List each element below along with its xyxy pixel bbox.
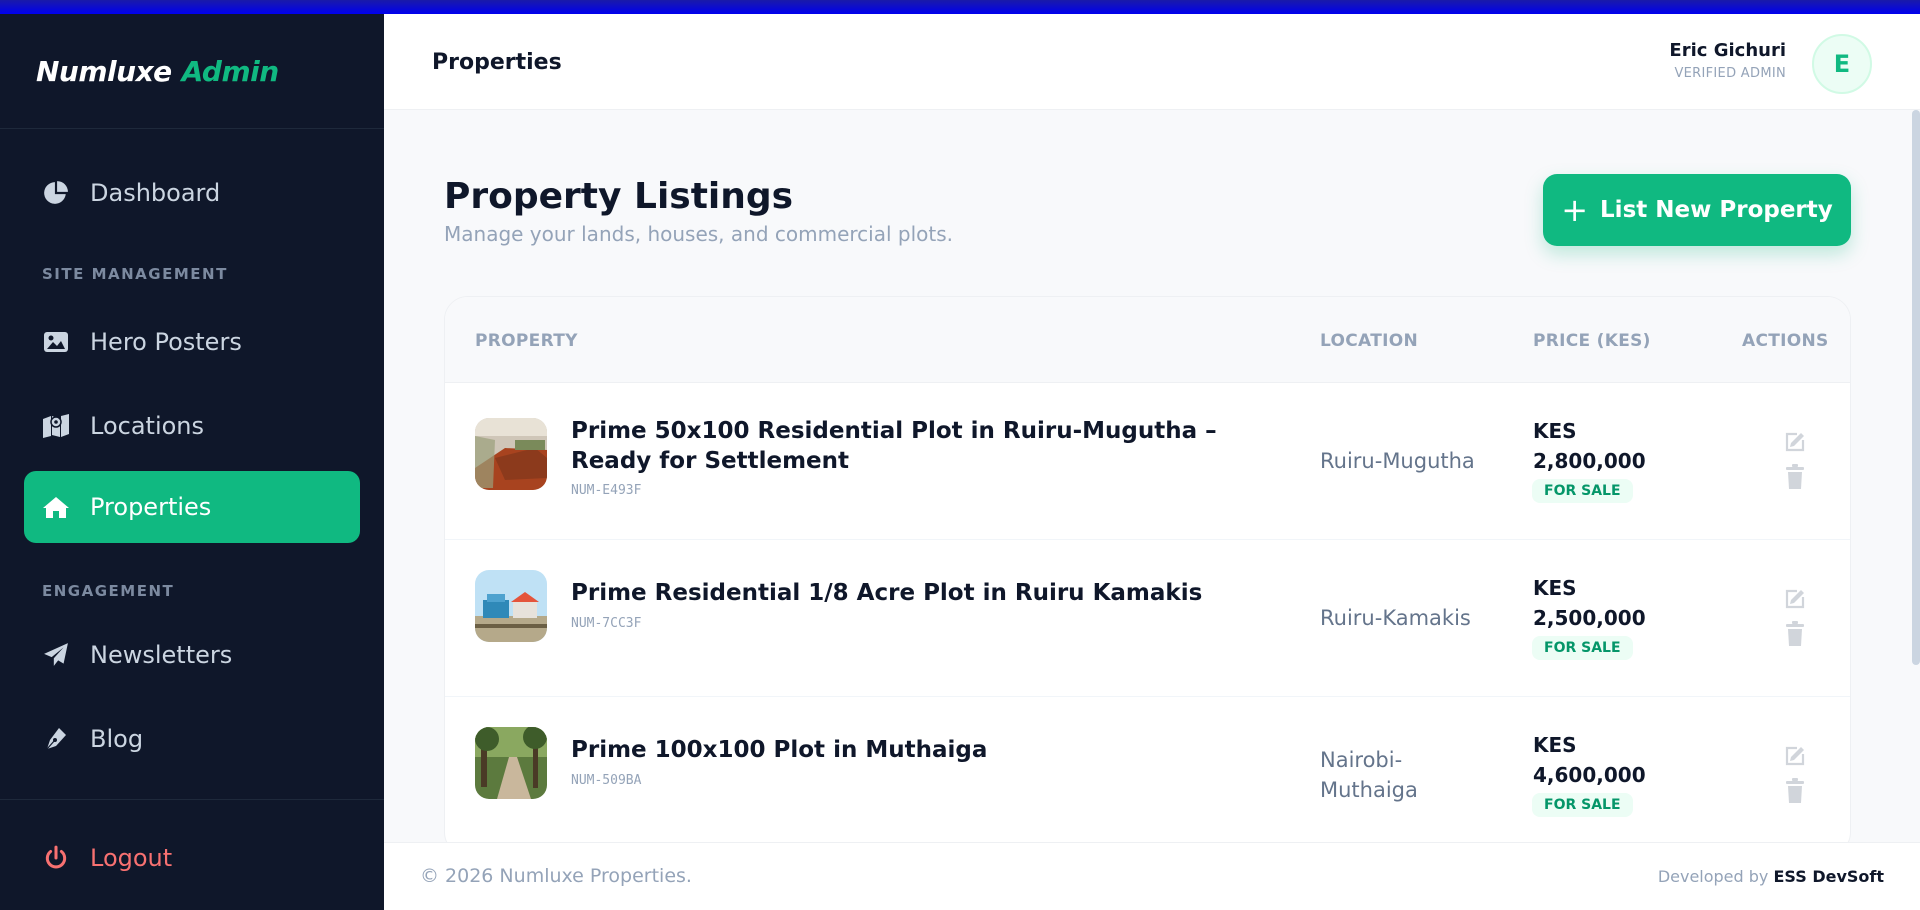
page-footer: © 2026 Numluxe Properties. Developed by … xyxy=(384,842,1920,910)
sidebar-item-hero-posters[interactable]: Hero Posters xyxy=(24,306,360,378)
property-thumbnail[interactable] xyxy=(475,570,547,642)
edit-icon[interactable] xyxy=(1782,429,1808,455)
developer-credit: Developed by ESS DevSoft xyxy=(1658,867,1884,886)
sidebar-divider xyxy=(0,799,384,800)
properties-table: PROPERTY LOCATION PRICE (KES) ACTIONS Pr… xyxy=(444,296,1851,856)
home-icon xyxy=(42,493,70,521)
column-header-actions: ACTIONS xyxy=(1742,331,1829,351)
trash-icon[interactable] xyxy=(1782,621,1808,647)
user-name: Eric Gichuri xyxy=(1669,40,1786,61)
property-title[interactable]: Prime 50x100 Residential Plot in Ruiru-M… xyxy=(571,416,1291,476)
brand-name: Numluxe xyxy=(36,54,172,88)
status-badge: FOR SALE xyxy=(1532,636,1633,660)
image-icon xyxy=(42,328,70,356)
main-scrollbar[interactable] xyxy=(1912,110,1920,665)
edit-icon[interactable] xyxy=(1782,586,1808,612)
sidebar-item-locations[interactable]: Locations xyxy=(24,390,360,462)
map-icon xyxy=(42,412,70,440)
table-row[interactable]: Prime Residential 1/8 Acre Plot in Ruiru… xyxy=(445,540,1850,697)
avatar[interactable]: E xyxy=(1812,34,1872,94)
power-icon xyxy=(42,844,70,872)
property-thumbnail[interactable] xyxy=(475,727,547,799)
developed-by-label: Developed by xyxy=(1657,867,1769,886)
page-header-title: Properties xyxy=(432,50,562,75)
status-badge: FOR SALE xyxy=(1532,479,1633,503)
sidebar-item-label: Properties xyxy=(90,493,212,521)
property-location: Ruiru-Mugutha xyxy=(1320,449,1475,473)
top-header: Properties Eric Gichuri VERIFIED ADMIN E xyxy=(384,14,1920,110)
table-header: PROPERTY LOCATION PRICE (KES) ACTIONS xyxy=(445,297,1850,383)
brand-suffix: Admin xyxy=(181,54,280,88)
sidebar-item-label: Newsletters xyxy=(90,641,233,669)
price-currency: KES xyxy=(1533,733,1577,757)
copyright-text: © 2026 Numluxe Properties. xyxy=(420,865,692,887)
status-badge: FOR SALE xyxy=(1532,793,1633,817)
list-new-property-button[interactable]: + List New Property xyxy=(1543,174,1851,246)
column-header-price: PRICE (KES) xyxy=(1533,331,1651,351)
developer-name[interactable]: ESS DevSoft xyxy=(1773,867,1884,886)
property-code: NUM-E493F xyxy=(571,483,642,498)
sidebar-item-newsletters[interactable]: Newsletters xyxy=(24,619,360,691)
table-row[interactable]: Prime 50x100 Residential Plot in Ruiru-M… xyxy=(445,383,1850,540)
sidebar: Numluxe Admin Dashboard SITE MANAGEMENT … xyxy=(0,14,384,910)
price-currency: KES xyxy=(1533,576,1577,600)
price-currency: KES xyxy=(1533,419,1577,443)
browser-top-strip xyxy=(0,0,1920,14)
page-subtitle: Manage your lands, houses, and commercia… xyxy=(444,222,953,246)
column-header-property: PROPERTY xyxy=(475,331,578,351)
property-code: NUM-509BA xyxy=(571,773,642,788)
table-row[interactable]: Prime 100x100 Plot in Muthaiga NUM-509BA… xyxy=(445,697,1850,854)
section-label-site-management: SITE MANAGEMENT xyxy=(42,265,228,283)
list-new-property-label: List New Property xyxy=(1600,197,1833,223)
sidebar-item-label: Hero Posters xyxy=(90,328,242,356)
edit-icon[interactable] xyxy=(1782,743,1808,769)
price-amount: 2,800,000 xyxy=(1533,449,1646,473)
property-code: NUM-7CC3F xyxy=(571,616,642,631)
logout-button[interactable]: Logout xyxy=(42,844,172,872)
property-location: Ruiru-Kamakis xyxy=(1320,606,1471,630)
plus-icon: + xyxy=(1561,191,1589,229)
sidebar-item-properties[interactable]: Properties xyxy=(24,471,360,543)
trash-icon[interactable] xyxy=(1782,464,1808,490)
property-title[interactable]: Prime 100x100 Plot in Muthaiga xyxy=(571,735,1291,765)
sidebar-item-label: Dashboard xyxy=(90,179,221,207)
trash-icon[interactable] xyxy=(1782,778,1808,804)
column-header-location: LOCATION xyxy=(1320,331,1418,351)
property-location: Nairobi-Muthaiga xyxy=(1320,748,1418,802)
logout-label: Logout xyxy=(90,844,173,872)
sidebar-item-blog[interactable]: Blog xyxy=(24,703,360,775)
property-title[interactable]: Prime Residential 1/8 Acre Plot in Ruiru… xyxy=(571,578,1291,608)
price-amount: 2,500,000 xyxy=(1533,606,1646,630)
user-role: VERIFIED ADMIN xyxy=(1674,66,1786,81)
pie-chart-icon xyxy=(42,179,70,207)
page-title: Property Listings xyxy=(444,176,794,217)
pen-nib-icon xyxy=(42,725,70,753)
sidebar-item-label: Blog xyxy=(90,725,144,753)
sidebar-item-dashboard[interactable]: Dashboard xyxy=(24,157,360,229)
property-thumbnail[interactable] xyxy=(475,418,547,490)
section-label-engagement: ENGAGEMENT xyxy=(42,582,175,600)
price-amount: 4,600,000 xyxy=(1533,763,1646,787)
brand-logo[interactable]: Numluxe Admin xyxy=(0,14,384,129)
sidebar-item-label: Locations xyxy=(90,412,205,440)
paper-plane-icon xyxy=(42,641,70,669)
